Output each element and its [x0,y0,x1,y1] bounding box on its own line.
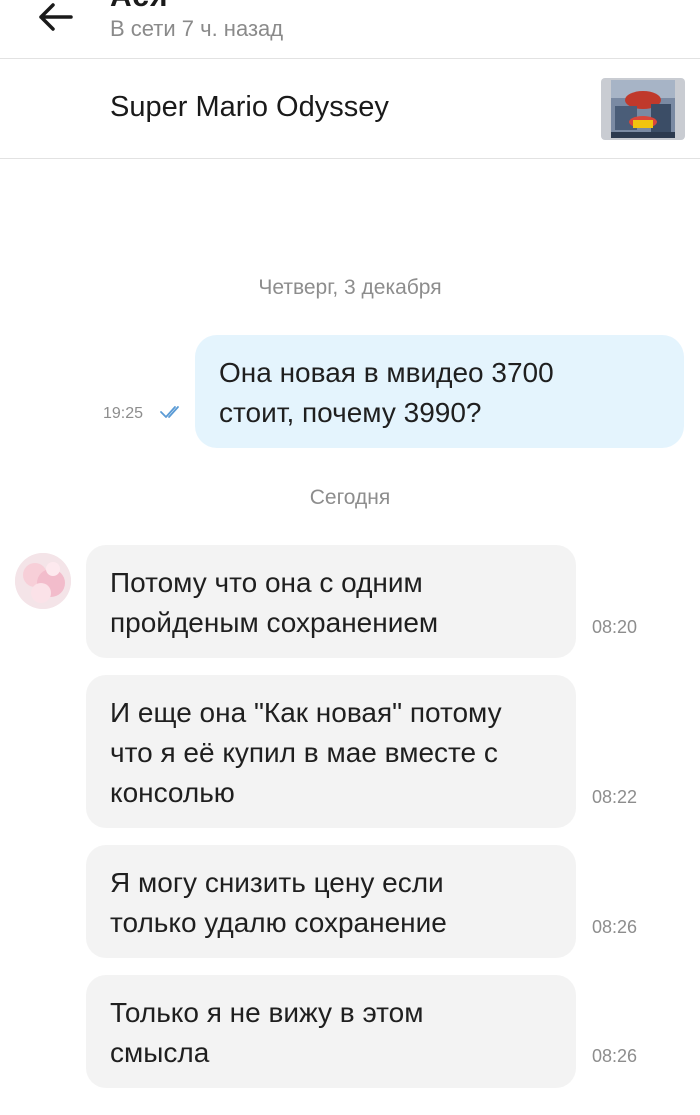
item-title[interactable]: Super Mario Odyssey [110,91,389,124]
arrow-left-icon [39,3,73,31]
chat-header: Ася В сети 7 ч. назад [0,0,700,59]
outgoing-message[interactable]: Она новая в мвидео 3700 стоит, почему 39… [195,335,684,448]
message-time: 08:26 [592,917,638,937]
message-text-line: стоит, почему 3990? [219,397,482,428]
date-separator: Четверг, 3 декабря [258,276,442,299]
message-text-line: пройденым сохранением [110,607,439,638]
avatar[interactable] [15,553,71,609]
game-cover-thumbnail[interactable] [601,78,685,140]
incoming-message[interactable]: Я могу снизить цену если только удалю со… [86,845,576,958]
message-text-line: только удалю сохранение [110,907,447,938]
incoming-message[interactable]: И еще она "Как новая" потому что я её ку… [86,675,576,828]
message-time: 19:25 [103,405,144,422]
double-check-icon [160,406,179,418]
message-text-line: И еще она "Как новая" потому [110,697,502,728]
item-bar[interactable]: Super Mario Odyssey [0,59,700,159]
message-time: 08:22 [592,787,638,807]
message-text-line: что я её купил в мае вместе с [110,737,498,768]
incoming-message[interactable]: Потому что она с одним пройденым сохране… [86,545,576,658]
message-time: 08:26 [592,1046,638,1066]
message-text-line: Я могу снизить цену если [110,867,444,898]
message-text-line: консолью [110,777,235,808]
contact-name[interactable]: Ася [110,0,168,14]
contact-status: В сети 7 ч. назад [110,16,284,41]
message-text-line: Потому что она с одним [110,567,423,598]
message-text-line: Только я не вижу в этом [110,997,424,1028]
back-button[interactable] [30,0,80,40]
message-text-line: Она новая в мвидео 3700 [219,357,554,388]
message-text-line: смысла [110,1037,210,1068]
message-time: 08:20 [592,617,638,637]
incoming-message[interactable]: Только я не вижу в этом смысла [86,975,576,1088]
date-separator: Сегодня [309,486,391,509]
